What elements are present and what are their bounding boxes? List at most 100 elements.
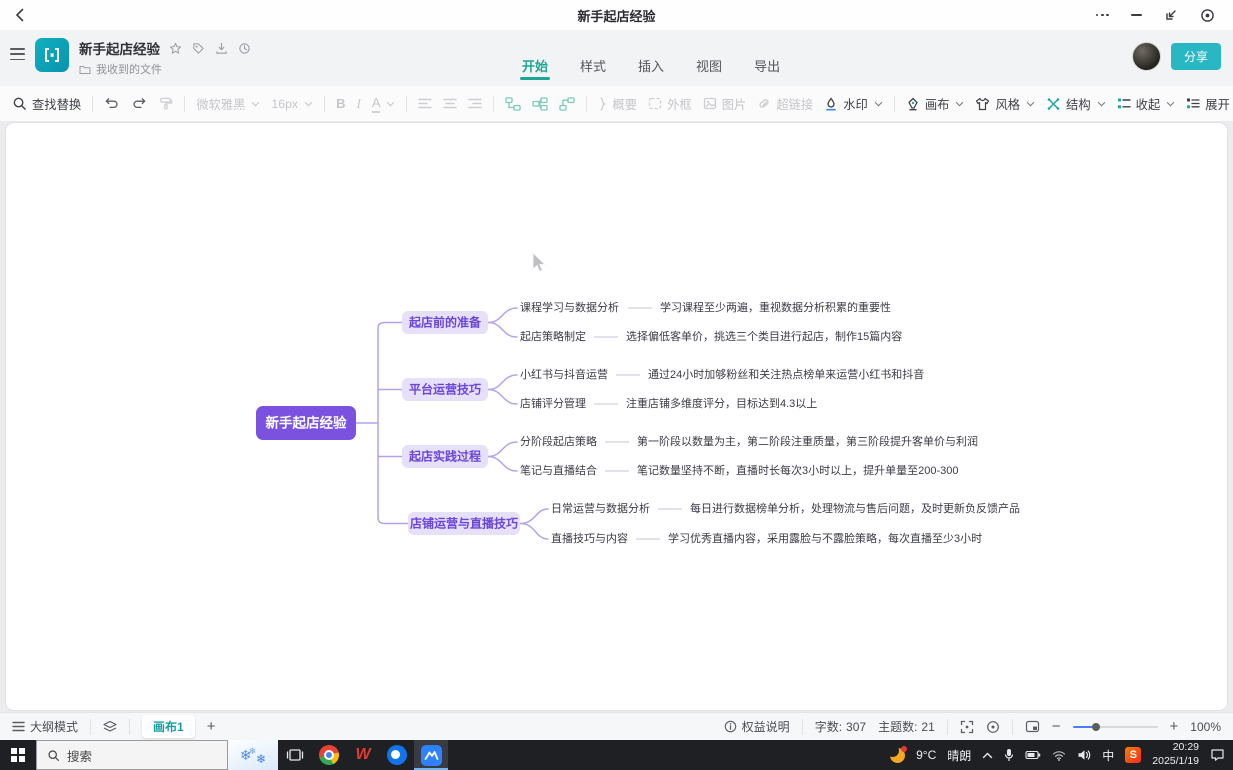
branch-node[interactable]: 平台运营技巧 [402,378,488,401]
user-avatar[interactable] [1132,42,1161,71]
outline-summary-button[interactable]: 概要 [598,95,637,113]
subtopic-detail[interactable]: 学习优秀直播内容，采用露脸与不露脸策略，每次直播至少3小时 [668,531,982,545]
subtopic-detail[interactable]: 注重店铺多维度评分，目标达到4.3以上 [626,396,817,410]
document-location[interactable]: 我收到的文件 [96,61,162,77]
branch-node[interactable]: 起店前的准备 [402,311,488,334]
expand-label: 展开 [1205,95,1230,113]
branch-node[interactable]: 起店实践过程 [402,445,488,468]
canvas-tab[interactable]: 画布1 [142,715,195,738]
search-placeholder: 搜索 [67,746,92,765]
undo-button[interactable] [104,96,120,111]
image-button[interactable]: 图片 [703,95,747,113]
mindmap[interactable]: 新手起店经验 起店前的准备 平台运营技巧 起店实践过程 店铺运营与直播技巧 课程… [0,122,1233,712]
subtopic-detail[interactable]: 第一阶段以数量为主，第二阶段注重质量，第三阶段提升客单价与利润 [637,434,978,448]
menu-hamburger-icon[interactable] [10,48,25,60]
subtopic-label[interactable]: 小红书与抖音运营 [520,367,608,381]
expand-select[interactable]: 展开 [1186,95,1233,113]
volume-icon[interactable] [1077,749,1091,761]
font-family-select[interactable]: 微软雅黑 [196,95,260,113]
wifi-icon[interactable] [1052,750,1066,761]
align-left-button[interactable] [418,98,432,109]
rights-info-button[interactable]: 权益说明 [724,718,790,735]
hyperlink-button[interactable]: 超链接 [757,95,813,113]
download-icon[interactable] [215,42,228,55]
taskbar-clock[interactable]: 20:29 2025/1/19 [1152,741,1199,768]
ime-indicator[interactable]: 中 [1102,747,1114,764]
zoom-in-button[interactable]: + [1170,719,1179,734]
format-painter-button[interactable] [158,96,173,111]
subtopic-label[interactable]: 起店策略制定 [520,329,586,343]
outline-mode-button[interactable]: 大纲模式 [12,718,78,735]
star-icon[interactable] [169,42,182,55]
align-center-button[interactable] [443,98,457,109]
task-view-button[interactable] [278,740,312,770]
microphone-icon[interactable] [1004,748,1014,762]
style-select[interactable]: 风格 [975,95,1035,113]
subtopic-detail[interactable]: 每日进行数据榜单分析，处理物流与售后问题，及时更新负反馈产品 [690,501,1020,515]
locate-root-button[interactable] [986,720,1000,734]
minimize-icon[interactable] [1131,14,1142,16]
find-replace-button[interactable]: 查找替换 [12,95,81,113]
share-button[interactable]: 分享 [1171,43,1221,70]
insert-parent-topic-button[interactable] [559,97,575,111]
sogou-ime-icon[interactable]: S [1125,747,1141,763]
tab-start[interactable]: 开始 [520,48,550,86]
frame-button[interactable]: 外框 [648,95,692,113]
subtopic-label[interactable]: 分阶段起店策略 [520,434,597,448]
fit-screen-button[interactable] [960,720,974,734]
zoom-out-button[interactable]: − [1052,719,1061,734]
weather-moon-icon[interactable] [890,748,905,763]
history-icon[interactable] [238,42,251,55]
redo-button[interactable] [131,96,147,111]
tab-export[interactable]: 导出 [752,48,782,86]
canvas-select[interactable]: 画布 [906,95,965,113]
record-icon[interactable] [1200,8,1215,23]
battery-icon[interactable] [1025,750,1041,760]
editor-canvas[interactable]: 新手起店经验 起店前的准备 平台运营技巧 起店实践过程 店铺运营与直播技巧 课程… [0,122,1233,712]
watermark-select[interactable]: 水印 [824,95,883,113]
insert-subtopic-button[interactable] [532,97,548,111]
subtopic-detail[interactable]: 选择偏低客单价，挑选三个类目进行起店，制作15篇内容 [626,329,902,343]
tab-insert[interactable]: 插入 [636,48,666,86]
subtopic-detail[interactable]: 学习课程至少两遍，重视数据分析积累的重要性 [660,300,891,314]
branch-node[interactable]: 店铺运营与直播技巧 [408,512,520,535]
insert-subtopic-icon [532,97,548,111]
subtopic-label[interactable]: 店铺评分管理 [520,396,586,410]
subtopic-label[interactable]: 日常运营与数据分析 [551,501,650,515]
tab-style[interactable]: 样式 [578,48,608,86]
tab-view[interactable]: 视图 [694,48,724,86]
blue-circle-app-button[interactable] [380,740,414,770]
app-logo[interactable] [35,38,69,72]
structure-select[interactable]: 结构 [1046,95,1106,113]
font-size-select[interactable]: 16px [271,97,313,111]
zoom-slider[interactable] [1073,726,1158,728]
italic-button[interactable]: I [356,96,360,112]
subtopic-detail[interactable]: 笔记数量坚持不断，直播时长每次3小时以上，提升单量至200-300 [637,463,959,477]
subtopic-label[interactable]: 笔记与直播结合 [520,463,597,477]
minimap-button[interactable] [1025,720,1040,733]
start-button[interactable] [0,740,36,770]
mindmap-app-button[interactable] [414,740,448,770]
tag-icon[interactable] [192,42,205,55]
tray-expand-icon[interactable] [982,752,993,759]
zoom-slider-thumb[interactable] [1092,723,1100,731]
align-right-button[interactable] [468,98,482,109]
insert-topic-icon [505,97,521,111]
insert-topic-button[interactable] [505,97,521,111]
float-window-icon[interactable] [1164,8,1178,22]
action-center-icon[interactable] [1210,748,1225,762]
root-node[interactable]: 新手起店经验 [256,406,356,440]
wps-taskbar-button[interactable]: W [346,740,380,770]
taskbar-search-input[interactable]: 搜索 [36,740,228,770]
bold-button[interactable]: B [336,96,345,111]
layers-button[interactable] [103,720,117,733]
add-canvas-button[interactable]: + [207,719,216,734]
collapse-select[interactable]: 收起 [1117,95,1176,113]
subtopic-detail[interactable]: 通过24小时加够粉丝和关注热点榜单来运营小红书和抖音 [648,367,924,381]
subtopic-label[interactable]: 直播技巧与内容 [551,531,628,545]
weather-widget[interactable]: ❄ ❄ ❄ [228,740,278,770]
subtopic-label[interactable]: 课程学习与数据分析 [520,300,619,314]
font-color-select[interactable]: A [372,95,396,113]
more-icon[interactable] [1096,14,1109,17]
chrome-taskbar-button[interactable] [312,740,346,770]
